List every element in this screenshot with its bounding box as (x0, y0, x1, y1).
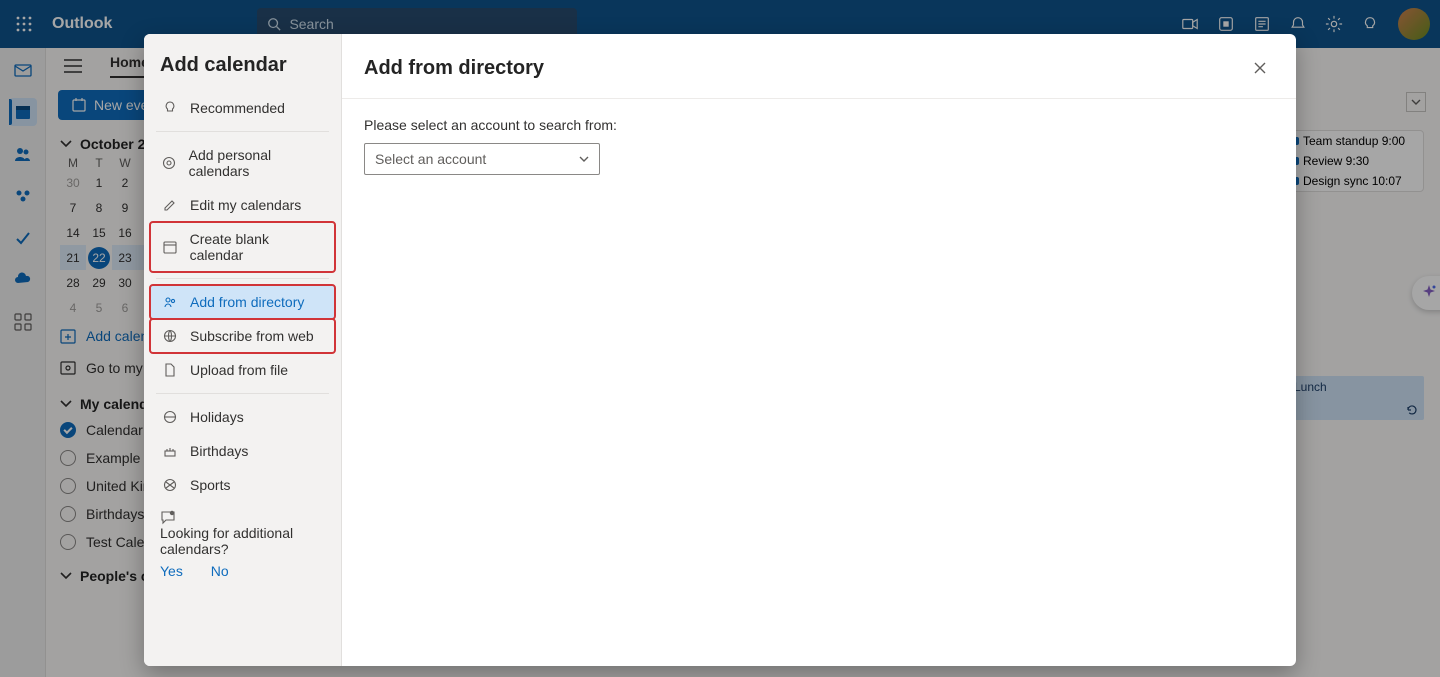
additional-yes-link[interactable]: Yes (160, 563, 183, 579)
nav-label: Create blank calendar (190, 231, 323, 263)
nav-create-blank[interactable]: Create blank calendar (150, 222, 335, 272)
lightbulb-icon (162, 101, 178, 115)
nav-label: Birthdays (190, 443, 248, 459)
nav-label: Holidays (190, 409, 244, 425)
modal-overlay: Add calendar Recommended Add personal ca… (0, 0, 1440, 677)
modal-content-title: Add from directory (364, 57, 544, 80)
nav-holidays[interactable]: Holidays (150, 400, 335, 434)
account-select[interactable]: Select an account (364, 143, 600, 175)
sports-icon (162, 478, 178, 492)
nav-birthdays[interactable]: Birthdays (150, 434, 335, 468)
nav-upload-file[interactable]: Upload from file (150, 353, 335, 387)
globe-icon (162, 410, 178, 424)
chat-icon (160, 509, 176, 525)
nav-label: Recommended (190, 100, 285, 116)
people-directory-icon (162, 295, 178, 309)
nav-edit-my-calendars[interactable]: Edit my calendars (150, 188, 335, 222)
modal-title: Add calendar (144, 34, 341, 91)
nav-add-from-directory[interactable]: Add from directory (150, 285, 335, 319)
additional-no-link[interactable]: No (211, 563, 229, 579)
nav-label: Subscribe from web (190, 328, 314, 344)
nav-add-personal[interactable]: Add personal calendars (150, 138, 335, 188)
edit-icon (162, 198, 178, 212)
account-select-label: Please select an account to search from: (364, 117, 1274, 133)
nav-label: Add from directory (190, 294, 304, 310)
additional-text: Looking for additional calendars? (160, 525, 293, 557)
nav-label: Sports (190, 477, 230, 493)
modal-content: Add from directory Please select an acco… (342, 34, 1296, 666)
at-icon (162, 156, 177, 170)
select-placeholder: Select an account (375, 151, 486, 167)
modal-nav: Recommended Add personal calendars Edit … (144, 91, 341, 585)
modal-sidebar: Add calendar Recommended Add personal ca… (144, 34, 342, 666)
calendar-blank-icon (162, 240, 178, 254)
nav-subscribe-web[interactable]: Subscribe from web (150, 319, 335, 353)
chevron-down-icon (579, 156, 589, 162)
file-icon (162, 363, 178, 377)
nav-recommended[interactable]: Recommended (150, 91, 335, 125)
additional-calendars-prompt: Looking for additional calendars? Yes No (148, 502, 337, 585)
add-calendar-modal: Add calendar Recommended Add personal ca… (144, 34, 1296, 666)
nav-label: Upload from file (190, 362, 288, 378)
nav-label: Add personal calendars (189, 147, 323, 179)
cake-icon (162, 444, 178, 458)
nav-label: Edit my calendars (190, 197, 301, 213)
globe-icon (162, 329, 178, 343)
close-icon (1253, 61, 1267, 75)
nav-sports[interactable]: Sports (150, 468, 335, 502)
close-button[interactable] (1246, 54, 1274, 82)
